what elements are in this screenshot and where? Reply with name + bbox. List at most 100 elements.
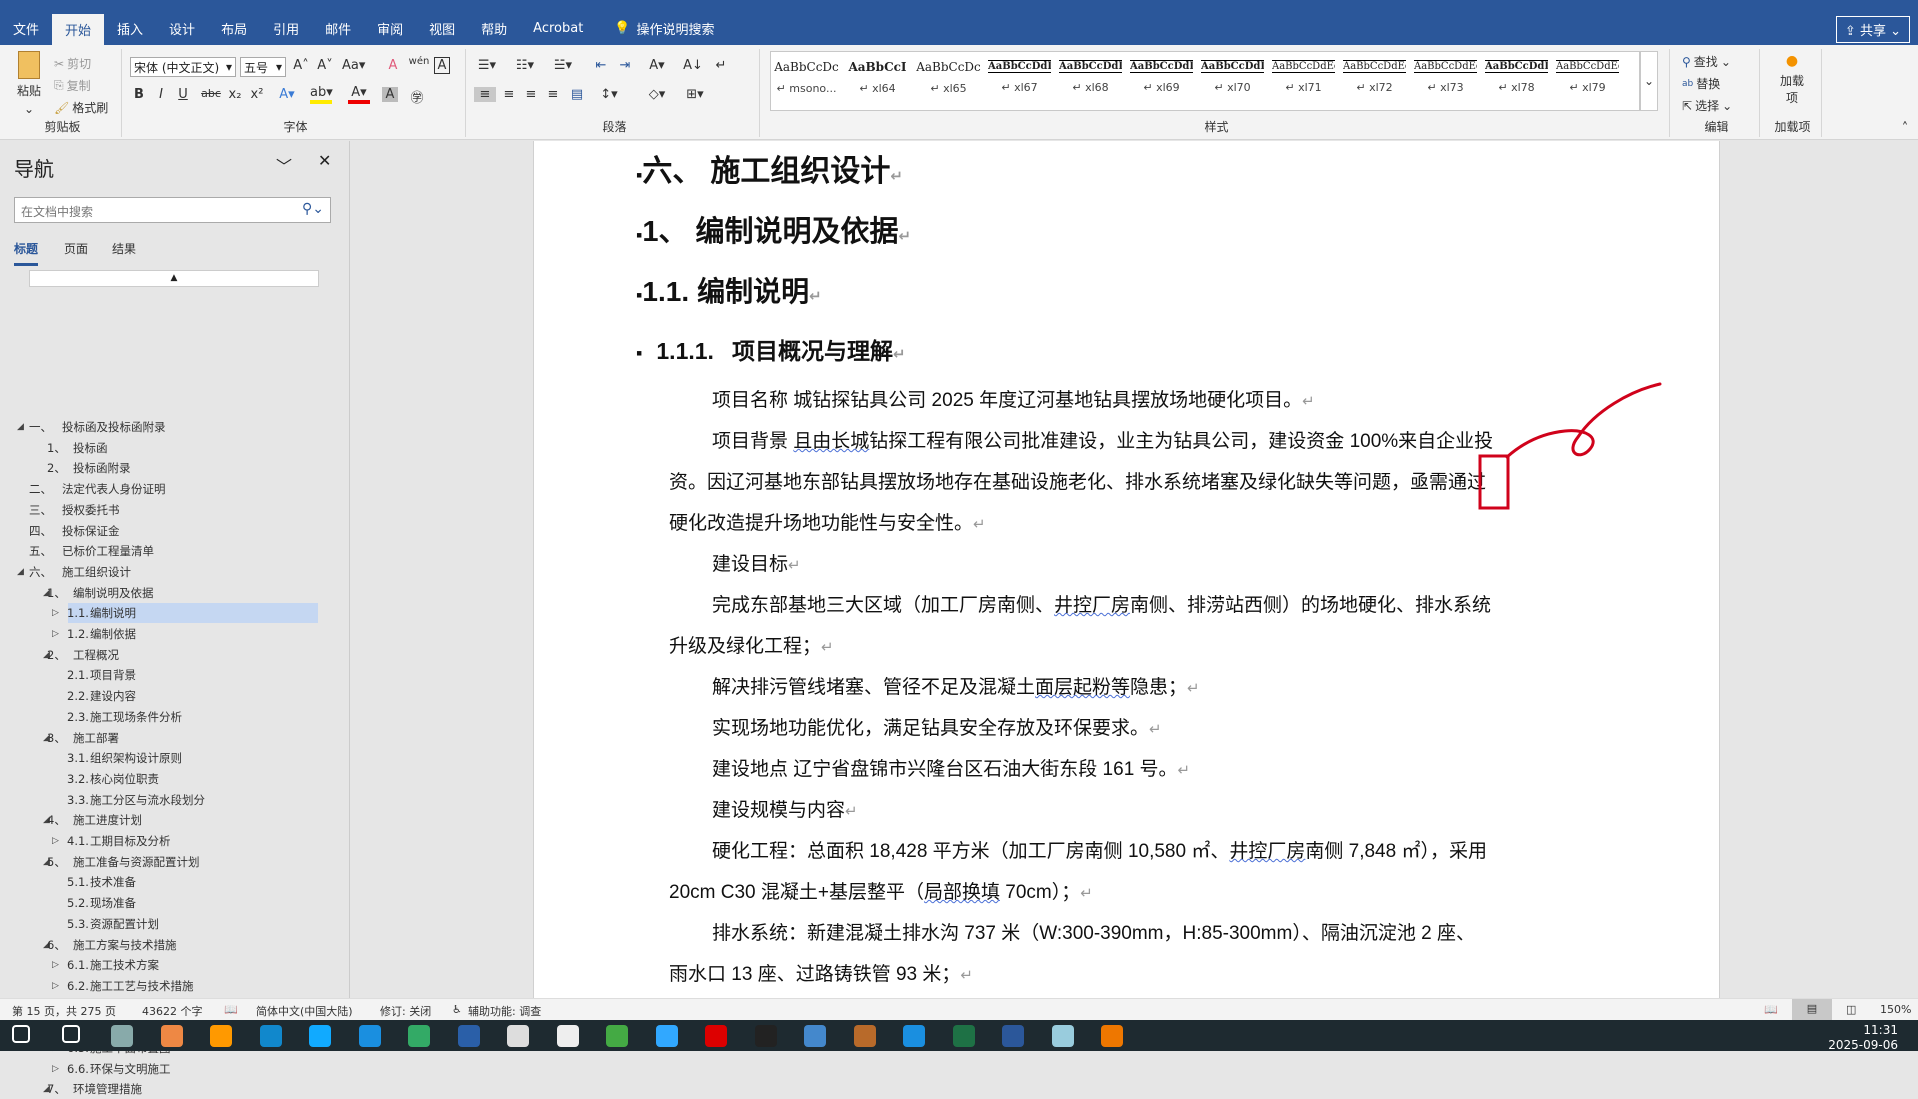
excel-icon[interactable]: [952, 1025, 975, 1047]
tab-7[interactable]: 审阅: [364, 12, 416, 45]
nav-heading-item[interactable]: 3.1. 组织架构设计原则: [67, 748, 318, 768]
nav-heading-item[interactable]: 2.2. 建设内容: [67, 686, 318, 706]
clear-format-icon[interactable]: A: [382, 58, 404, 73]
tab-1[interactable]: 开始: [52, 14, 105, 45]
align-left-icon[interactable]: ≡: [474, 87, 496, 102]
collapsed-triangle-icon[interactable]: ▷: [52, 1064, 59, 1074]
style-item[interactable]: AaBbCcDdEe ↵ xl71: [1268, 52, 1339, 110]
nav-heading-item[interactable]: ◢ 一、 投标函及投标函附录: [0, 417, 330, 437]
highlight-icon[interactable]: ab▾: [310, 85, 333, 104]
strikethrough-button[interactable]: abc: [200, 87, 222, 100]
collapse-all-button[interactable]: ▲: [29, 270, 319, 287]
enclose-char-icon[interactable]: ㊫: [406, 87, 428, 106]
tab-8[interactable]: 视图: [416, 12, 468, 45]
web-layout-icon[interactable]: ◫: [1846, 1003, 1856, 1016]
justify-icon[interactable]: ≡: [542, 87, 564, 102]
paste-button[interactable]: 粘贴 ⌄: [14, 51, 44, 116]
nav-heading-item[interactable]: ◢ 六、 施工组织设计: [0, 562, 330, 582]
app-blue-dots-icon[interactable]: [259, 1025, 282, 1047]
borders-icon[interactable]: ⊞▾: [684, 87, 706, 102]
nav-tab-pages[interactable]: 页面: [64, 240, 88, 257]
body-line[interactable]: 升级及绿化工程；↵: [669, 631, 834, 658]
align-right-icon[interactable]: ≡: [520, 87, 542, 102]
nav-heading-item[interactable]: 1、 投标函: [0, 438, 330, 458]
collapsed-triangle-icon[interactable]: ▷: [52, 629, 59, 639]
style-item[interactable]: AaBbCcDdEe ↵ xl79: [1552, 52, 1623, 110]
word-count[interactable]: 43622 个字: [142, 1003, 203, 1019]
app-tencent-icon[interactable]: [309, 1025, 331, 1047]
multilevel-list-icon[interactable]: ☱▾: [552, 58, 574, 73]
body-line[interactable]: 建设目标↵: [712, 549, 801, 576]
line-spacing-icon[interactable]: ↕▾: [598, 87, 620, 102]
language[interactable]: 简体中文(中国大陆): [256, 1003, 353, 1019]
page-count[interactable]: 第 15 页，共 275 页: [12, 1003, 116, 1019]
style-item[interactable]: AaBbCcDdI ↵ xl68: [1055, 52, 1126, 110]
app-doc-icon[interactable]: [556, 1025, 579, 1047]
copy-button[interactable]: ⎘ 复制: [54, 77, 91, 94]
nav-heading-item[interactable]: 5.1. 技术准备: [67, 872, 318, 892]
body-line[interactable]: 20cm C30 混凝土+基层整平（局部换填 70cm）；↵: [669, 877, 1093, 904]
phonetic-guide-icon[interactable]: wén: [408, 56, 430, 67]
heading-1[interactable]: ▪六、 施工组织设计↵: [636, 146, 903, 190]
photoshop-icon[interactable]: [655, 1025, 678, 1047]
format-painter-button[interactable]: 🖌 格式刷: [54, 99, 108, 116]
proofing-icon[interactable]: 📖: [224, 1003, 238, 1016]
nav-heading-item[interactable]: ▷ 4.1. 工期目标及分析: [52, 831, 318, 851]
search-icon[interactable]: ⚲⌄: [302, 201, 324, 217]
body-line[interactable]: 实现场地功能优化，满足钻具安全存放及环保要求。↵: [712, 713, 1162, 740]
nav-heading-item[interactable]: 5.3. 资源配置计划: [67, 914, 318, 934]
app-file-icon[interactable]: [507, 1025, 529, 1047]
nav-heading-item[interactable]: ◢ 5、 施工准备与资源配置计划: [0, 852, 330, 872]
decrease-indent-icon[interactable]: ⇤: [590, 58, 612, 73]
replace-button[interactable]: ab 替换: [1682, 75, 1720, 92]
nav-heading-item[interactable]: ◢ 4、 施工进度计划: [0, 810, 330, 830]
nav-heading-item[interactable]: 2.3. 施工现场条件分析: [67, 707, 318, 727]
body-line[interactable]: 硬化工程：总面积 18,428 平方米（加工厂房南侧 10,580 ㎡、井控厂房…: [712, 836, 1487, 863]
nav-heading-item[interactable]: 三、 授权委托书: [0, 500, 330, 520]
body-line[interactable]: 解决排污管线堵塞、管径不足及混凝土面层起粉等隐患；↵: [712, 672, 1200, 699]
subscript-button[interactable]: x₂: [224, 87, 246, 102]
nav-heading-item[interactable]: 2.1. 项目背景: [67, 665, 318, 685]
style-item[interactable]: AaBbCcDdI ↵ xl67: [984, 52, 1055, 110]
shrink-font-icon[interactable]: A˅: [314, 58, 336, 73]
zoom-level[interactable]: 150%: [1880, 1003, 1911, 1016]
align-center-icon[interactable]: ≡: [498, 87, 520, 102]
select-button[interactable]: ⇱ 选择 ⌄: [1682, 97, 1732, 114]
document-page[interactable]: ▪六、 施工组织设计↵ ▪1、 编制说明及依据↵ ▪1.1. 编制说明↵ ▪ 1.1.1. 项目…: [533, 141, 1720, 998]
tab-9[interactable]: 帮助: [468, 12, 520, 45]
app-q-icon[interactable]: [903, 1025, 925, 1047]
body-line[interactable]: 完成东部基地三大区域（加工厂房南侧、井控厂房南侧、排涝站西侧）的场地硬化、排水系…: [712, 590, 1491, 617]
app-green-pen-icon[interactable]: [606, 1025, 628, 1047]
nav-heading-item[interactable]: ▷ 6.1. 施工技术方案: [52, 955, 318, 975]
track-changes[interactable]: 修订: 关闭: [380, 1003, 431, 1019]
font-color-icon[interactable]: A▾: [348, 85, 370, 104]
show-marks-icon[interactable]: ↵: [710, 58, 732, 73]
body-line[interactable]: 项目名称 城钻探钻具公司 2025 年度辽河基地钻具摆放场地硬化项目。↵: [712, 385, 1315, 412]
style-item[interactable]: AaBbCcDc ↵ msono...: [771, 52, 842, 110]
app-orange-icon[interactable]: [210, 1025, 232, 1047]
addins-button[interactable]: ● 加载项: [1774, 53, 1810, 106]
style-item[interactable]: AaBbCcDdI ↵ xl70: [1197, 52, 1268, 110]
expanded-triangle-icon[interactable]: ◢: [17, 567, 24, 577]
increase-indent-icon[interactable]: ⇥: [614, 58, 636, 73]
style-item[interactable]: AaBbCcDdEe ↵ xl72: [1339, 52, 1410, 110]
text-effects-icon[interactable]: A▾: [276, 87, 298, 102]
qq-icon[interactable]: [754, 1025, 777, 1047]
clock[interactable]: 11:31 2025-09-06: [1828, 1023, 1898, 1053]
tab-2[interactable]: 插入: [104, 12, 156, 45]
calculator-icon[interactable]: [111, 1025, 133, 1047]
style-item[interactable]: AaBbCcDdEe ↵ xl73: [1410, 52, 1481, 110]
chevron-down-icon[interactable]: ﹀: [276, 153, 292, 177]
style-item[interactable]: AaBbCcI ↵ xl64: [842, 52, 913, 110]
superscript-button[interactable]: x²: [246, 87, 268, 102]
collapsed-triangle-icon[interactable]: ▷: [52, 981, 59, 991]
nav-heading-item[interactable]: ◢ 3、 施工部署: [0, 728, 330, 748]
underline-button[interactable]: U: [172, 87, 194, 102]
nav-tab-headings[interactable]: 标题: [14, 240, 39, 266]
tab-6[interactable]: 邮件: [312, 12, 364, 45]
nav-search-input[interactable]: 在文档中搜索 ⚲⌄: [14, 197, 331, 223]
text-direction-icon[interactable]: A▾: [646, 58, 668, 73]
read-mode-icon[interactable]: 📖: [1764, 1003, 1778, 1016]
nav-heading-item[interactable]: 3.3. 施工分区与流水段划分: [67, 790, 318, 810]
font-size-select[interactable]: 五号 ▾: [240, 57, 286, 77]
